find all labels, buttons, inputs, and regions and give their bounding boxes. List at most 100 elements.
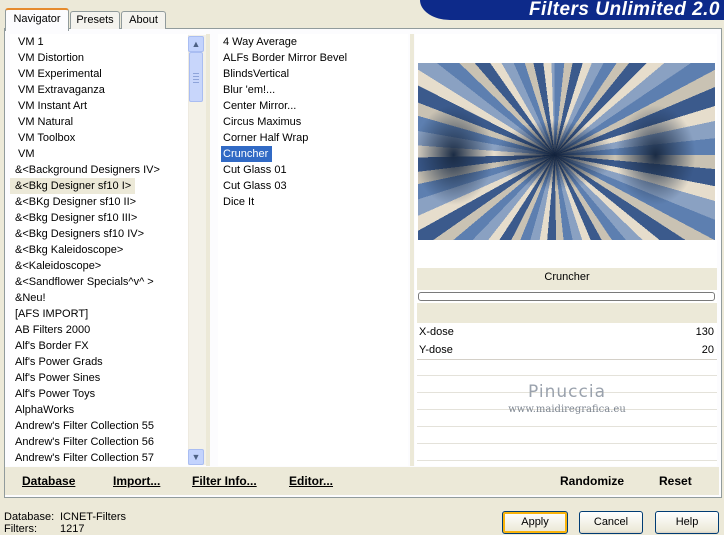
filter-item[interactable]: ALFs Border Mirror Bevel <box>218 50 408 66</box>
category-item[interactable]: &<Bkg Kaleidoscope> <box>10 242 188 258</box>
category-item[interactable]: &<Sandflower Specials^v^ > <box>10 274 188 290</box>
category-item[interactable]: VM Experimental <box>10 66 188 82</box>
splitter[interactable] <box>410 34 414 466</box>
category-label: Andrew's Filter Collection 55 <box>15 420 155 432</box>
filter-item[interactable]: Corner Half Wrap <box>218 130 408 146</box>
scroll-grip <box>193 73 199 74</box>
filter-item[interactable]: Cruncher <box>218 146 408 162</box>
category-label: VM 1 <box>18 36 44 48</box>
param-value[interactable]: 130 <box>600 323 714 341</box>
filter-label: Dice It <box>223 196 255 208</box>
param-label: Y-dose <box>419 344 453 356</box>
category-label: AlphaWorks <box>15 404 75 416</box>
database-button[interactable]: Database <box>22 474 75 488</box>
category-item[interactable]: &<Bkg Designer sf10 III> <box>10 210 188 226</box>
database-value: ICNET-Filters <box>60 511 126 523</box>
category-item[interactable]: &<Bkg Designers sf10 IV> <box>10 226 188 242</box>
category-label: &<Kaleidoscope> <box>15 260 102 272</box>
category-label: VM Distortion <box>18 52 85 64</box>
category-item[interactable]: &<Bkg Designer sf10 I> <box>10 178 188 194</box>
category-item[interactable]: Alf's Power Grads <box>10 354 188 370</box>
splitter[interactable] <box>206 34 210 466</box>
category-label: &<Bkg Designer sf10 I> <box>10 178 136 194</box>
category-label: &<Background Designers IV> <box>15 164 160 176</box>
category-label: Andrew's Filter Collection 57 <box>15 452 155 464</box>
param-label: X-dose <box>419 326 454 338</box>
database-label: Database: <box>4 511 55 523</box>
category-label: VM Experimental <box>18 68 102 80</box>
filter-item[interactable]: BlindsVertical <box>218 66 408 82</box>
reset-button[interactable]: Reset <box>659 474 692 488</box>
category-label: Alf's Power Toys <box>15 388 96 400</box>
param-separator <box>417 303 717 323</box>
category-label: &<Bkg Kaleidoscope> <box>15 244 124 256</box>
filter-item[interactable]: 4 Way Average <box>218 34 408 50</box>
category-label: &<Bkg Designer sf10 III> <box>15 212 138 224</box>
category-item[interactable]: VM Extravaganza <box>10 82 188 98</box>
category-label: AB Filters 2000 <box>15 324 91 336</box>
category-label: VM Natural <box>18 116 74 128</box>
category-item[interactable]: VM Natural <box>10 114 188 130</box>
watermark-name: Pinuccia <box>528 382 606 402</box>
filter-label: ALFs Border Mirror Bevel <box>223 52 348 64</box>
category-label: Alf's Power Sines <box>15 372 101 384</box>
tab-about[interactable]: About <box>121 11 166 29</box>
category-label: &<BKg Designer sf10 II> <box>15 196 137 208</box>
filter-label: Circus Maximus <box>223 116 302 128</box>
category-item[interactable]: Alf's Power Toys <box>10 386 188 402</box>
category-item[interactable]: &<Background Designers IV> <box>10 162 188 178</box>
empty-param-row <box>417 360 717 376</box>
randomize-button[interactable]: Randomize <box>560 474 624 488</box>
apply-button[interactable]: Apply <box>502 511 568 534</box>
category-label: VM Extravaganza <box>18 84 105 96</box>
cancel-button[interactable]: Cancel <box>579 511 643 534</box>
category-item[interactable]: &Neu! <box>10 290 188 306</box>
category-item[interactable]: VM 1 <box>10 34 188 50</box>
category-item[interactable]: Alf's Border FX <box>10 338 188 354</box>
watermark-url: www.maidiregrafica.eu <box>508 404 626 415</box>
category-item[interactable]: AB Filters 2000 <box>10 322 188 338</box>
filter-item[interactable]: Cut Glass 03 <box>218 178 408 194</box>
filter-item[interactable]: Dice It <box>218 194 408 210</box>
empty-param-row <box>417 445 717 461</box>
selected-filter-name: Cruncher <box>544 271 590 283</box>
scroll-thumb[interactable] <box>189 52 203 102</box>
category-label: VM Toolbox <box>18 132 76 144</box>
filter-info-button[interactable]: Filter Info... <box>192 474 257 488</box>
category-item[interactable]: [AFS IMPORT] <box>10 306 188 322</box>
scroll-down-icon[interactable]: ▼ <box>188 449 204 465</box>
filter-label: Center Mirror... <box>223 100 297 112</box>
tab-navigator[interactable]: Navigator <box>5 8 69 31</box>
category-item[interactable]: VM Toolbox <box>10 130 188 146</box>
category-label: Alf's Border FX <box>15 340 89 352</box>
filter-item[interactable]: Blur 'em!... <box>218 82 408 98</box>
preview-image <box>418 63 715 240</box>
category-item[interactable]: &<BKg Designer sf10 II> <box>10 194 188 210</box>
editor-button[interactable]: Editor... <box>289 474 333 488</box>
category-label: Andrew's Filter Collection 56 <box>15 436 155 448</box>
scroll-grip <box>193 79 199 80</box>
category-item[interactable]: Andrew's Filter Collection 57 <box>10 450 188 466</box>
filters-count-value: 1217 <box>60 523 85 535</box>
import-button[interactable]: Import... <box>113 474 160 488</box>
category-list[interactable]: VM 1 VM Distortion VM Experimental VM Extra… <box>10 34 188 466</box>
scroll-up-icon[interactable]: ▲ <box>188 36 204 52</box>
progress-bar <box>418 292 715 301</box>
filter-item[interactable]: Center Mirror... <box>218 98 408 114</box>
param-value[interactable]: 20 <box>600 341 714 359</box>
category-item[interactable]: VM <box>10 146 188 162</box>
category-item[interactable]: Alf's Power Sines <box>10 370 188 386</box>
filter-item[interactable]: Cut Glass 01 <box>218 162 408 178</box>
help-button[interactable]: Help <box>655 511 719 534</box>
filter-list[interactable]: 4 Way Average ALFs Border Mirror Bevel Bli… <box>218 34 408 466</box>
category-item[interactable]: AlphaWorks <box>10 402 188 418</box>
filter-label: Cruncher <box>221 146 273 162</box>
category-label: [AFS IMPORT] <box>15 308 89 320</box>
category-item[interactable]: Andrew's Filter Collection 56 <box>10 434 188 450</box>
category-item[interactable]: &<Kaleidoscope> <box>10 258 188 274</box>
category-item[interactable]: Andrew's Filter Collection 55 <box>10 418 188 434</box>
category-item[interactable]: VM Distortion <box>10 50 188 66</box>
tab-presets[interactable]: Presets <box>70 11 120 29</box>
filter-item[interactable]: Circus Maximus <box>218 114 408 130</box>
category-item[interactable]: VM Instant Art <box>10 98 188 114</box>
